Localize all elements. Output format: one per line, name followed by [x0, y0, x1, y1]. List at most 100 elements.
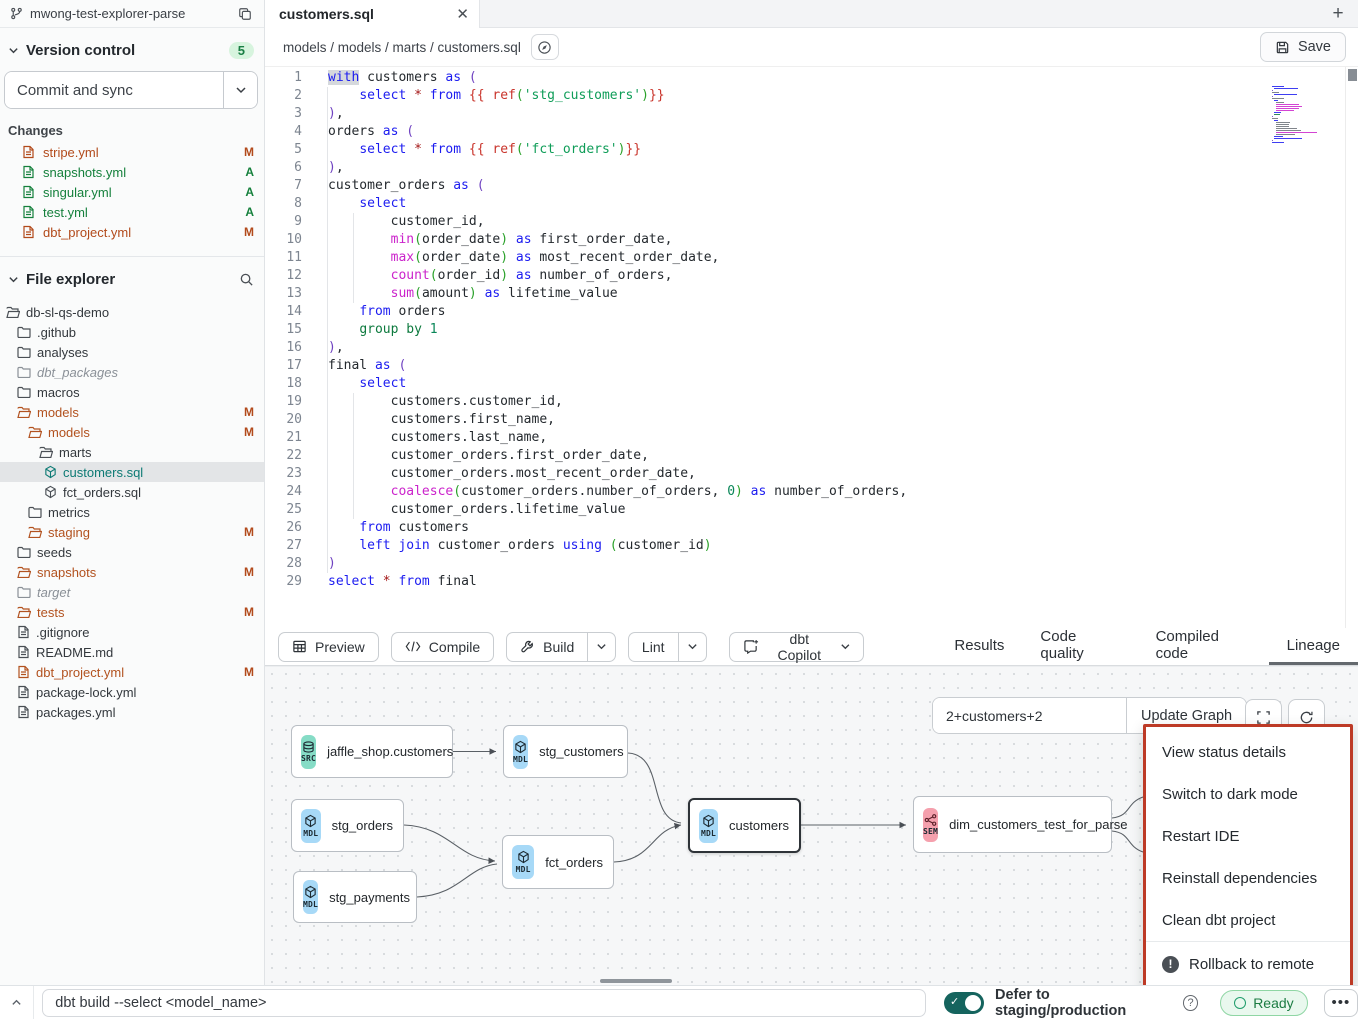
tree-item-dbt_project.yml[interactable]: dbt_project.ymlM: [0, 662, 264, 682]
dbt-copilot-button[interactable]: dbt Copilot: [729, 632, 865, 662]
defer-toggle[interactable]: ✓: [944, 992, 984, 1014]
status-badge: M: [244, 425, 254, 439]
compile-label: Compile: [429, 639, 480, 655]
build-button[interactable]: Build: [507, 633, 587, 661]
panel-tab-compiled-code[interactable]: Compiled code: [1138, 628, 1269, 665]
lineage-search-input[interactable]: [933, 698, 1126, 733]
status-ready-badge[interactable]: Ready: [1220, 990, 1307, 1016]
menu-item-restart-ide[interactable]: Restart IDE: [1146, 815, 1350, 857]
status-badge: A: [245, 165, 254, 179]
copy-branch-button[interactable]: [236, 5, 254, 23]
preview-button[interactable]: Preview: [278, 632, 379, 662]
editor-scrollbar[interactable]: [1345, 67, 1358, 628]
folder-icon: [17, 566, 31, 578]
tree-item-label: analyses: [37, 345, 254, 360]
version-control-header[interactable]: Version control 5: [0, 28, 264, 67]
status-badge: M: [244, 225, 254, 239]
tree-item-dbt_packages[interactable]: dbt_packages: [0, 362, 264, 382]
tab-customers-sql[interactable]: customers.sql ✕: [265, 0, 480, 28]
changes-label: Changes: [0, 109, 264, 142]
tree-item-label: fct_orders.sql: [63, 485, 254, 500]
changed-file-singular.yml[interactable]: singular.ymlA: [0, 182, 264, 202]
tree-item-metrics[interactable]: metrics: [0, 502, 264, 522]
command-input[interactable]: dbt build --select <model_name>: [42, 989, 926, 1017]
defer-label: Defer to staging/production: [995, 987, 1176, 1019]
tree-item-marts[interactable]: marts: [0, 442, 264, 462]
tree-item-.github[interactable]: .github: [0, 322, 264, 342]
ready-label: Ready: [1253, 995, 1293, 1011]
tree-item-label: models: [48, 425, 244, 440]
compile-button[interactable]: Compile: [391, 632, 494, 662]
lint-options-button[interactable]: [678, 633, 706, 661]
code-line-28: 28): [265, 555, 1344, 573]
tree-item-models[interactable]: modelsM: [0, 422, 264, 442]
horizontal-scrollbar-thumb[interactable]: [600, 979, 672, 983]
build-options-button[interactable]: [587, 633, 615, 661]
tree-item-models[interactable]: modelsM: [0, 402, 264, 422]
code-line-26: 26 from customers: [265, 519, 1344, 537]
lineage-node-dim_customers_test_for_parse[interactable]: SEMdim_customers_test_for_parse: [913, 796, 1112, 853]
help-icon[interactable]: ?: [1183, 995, 1198, 1011]
tree-item-db-sl-qs-demo[interactable]: db-sl-qs-demo: [0, 302, 264, 322]
tree-item-tests[interactable]: testsM: [0, 602, 264, 622]
commit-and-sync-button[interactable]: Commit and sync: [5, 72, 223, 108]
scrollbar-thumb[interactable]: [1348, 69, 1357, 81]
tree-item-macros[interactable]: macros: [0, 382, 264, 402]
menu-item-reinstall-dependencies[interactable]: Reinstall dependencies: [1146, 857, 1350, 899]
tree-item-label: customers.sql: [63, 465, 254, 480]
action-toolbar: Preview Compile Build Lint dbt Copilot: [265, 628, 1358, 666]
lineage-node-customers[interactable]: MDLcustomers: [688, 798, 801, 853]
tree-item-packages.yml[interactable]: packages.yml: [0, 702, 264, 722]
lineage-node-jaffle_shop.customers[interactable]: SRCjaffle_shop.customers: [291, 725, 453, 778]
tree-item-seeds[interactable]: seeds: [0, 542, 264, 562]
more-options-button[interactable]: •••: [1324, 989, 1358, 1017]
panel-tab-lineage[interactable]: Lineage: [1269, 628, 1358, 665]
close-tab-icon[interactable]: ✕: [456, 7, 469, 22]
menu-item-rollback-to-remote[interactable]: ! Rollback to remote: [1146, 942, 1350, 985]
lineage-node-stg_orders[interactable]: MDLstg_orders: [291, 799, 404, 852]
lint-button[interactable]: Lint: [629, 633, 678, 661]
tree-item-README.md[interactable]: README.md: [0, 642, 264, 662]
tree-item-fct_orders.sql[interactable]: fct_orders.sql: [0, 482, 264, 502]
changed-file-stripe.yml[interactable]: stripe.ymlM: [0, 142, 264, 162]
save-button[interactable]: Save: [1260, 32, 1346, 62]
tab-title: customers.sql: [279, 6, 446, 22]
tree-item-label: README.md: [36, 645, 254, 660]
changed-file-snapshots.yml[interactable]: snapshots.ymlA: [0, 162, 264, 182]
node-label: stg_payments: [329, 890, 420, 905]
tree-item-staging[interactable]: stagingM: [0, 522, 264, 542]
copilot-compass-button[interactable]: [531, 34, 559, 60]
tree-item-package-lock.yml[interactable]: package-lock.yml: [0, 682, 264, 702]
sidebar: mwong-test-explorer-parse Version contro…: [0, 0, 265, 985]
code-line-7: 7customer_orders as (: [265, 177, 1344, 195]
code-line-19: 19 customers.customer_id,: [265, 393, 1344, 411]
new-tab-button[interactable]: +: [1318, 0, 1358, 27]
model-icon: [44, 465, 57, 479]
tree-item-.gitignore[interactable]: .gitignore: [0, 622, 264, 642]
collapse-panel-button[interactable]: [0, 986, 34, 1019]
lineage-node-fct_orders[interactable]: MDLfct_orders: [502, 835, 614, 889]
tree-item-snapshots[interactable]: snapshotsM: [0, 562, 264, 582]
search-icon[interactable]: [239, 272, 254, 287]
branch-bar: mwong-test-explorer-parse: [0, 0, 264, 28]
code-editor[interactable]: 1with customers as (2 select * from {{ r…: [265, 66, 1358, 628]
tree-item-customers.sql[interactable]: customers.sql: [0, 462, 264, 482]
minimap[interactable]: [1272, 86, 1332, 144]
menu-item-switch-to-dark-mode[interactable]: Switch to dark mode: [1146, 773, 1350, 815]
panel-tab-results[interactable]: Results: [936, 628, 1022, 665]
tree-item-target[interactable]: target: [0, 582, 264, 602]
lineage-node-stg_payments[interactable]: MDLstg_payments: [293, 871, 417, 923]
lineage-node-stg_customers[interactable]: MDLstg_customers: [503, 725, 628, 778]
commit-options-button[interactable]: [223, 72, 257, 108]
changed-file-test.yml[interactable]: test.ymlA: [0, 202, 264, 222]
lineage-panel: SRCjaffle_shop.customers MDLstg_customers…: [265, 666, 1358, 985]
code-line-4: 4orders as (: [265, 123, 1344, 141]
menu-item-view-status-details[interactable]: View status details: [1146, 731, 1350, 773]
panel-tab-code-quality[interactable]: Code quality: [1022, 628, 1137, 665]
tree-item-analyses[interactable]: analyses: [0, 342, 264, 362]
folder-icon: [17, 586, 31, 598]
menu-item-clean-dbt-project[interactable]: Clean dbt project: [1146, 899, 1350, 941]
changed-file-dbt_project.yml[interactable]: dbt_project.ymlM: [0, 222, 264, 242]
file-explorer-header[interactable]: File explorer: [0, 257, 264, 296]
tree-item-label: snapshots: [37, 565, 244, 580]
